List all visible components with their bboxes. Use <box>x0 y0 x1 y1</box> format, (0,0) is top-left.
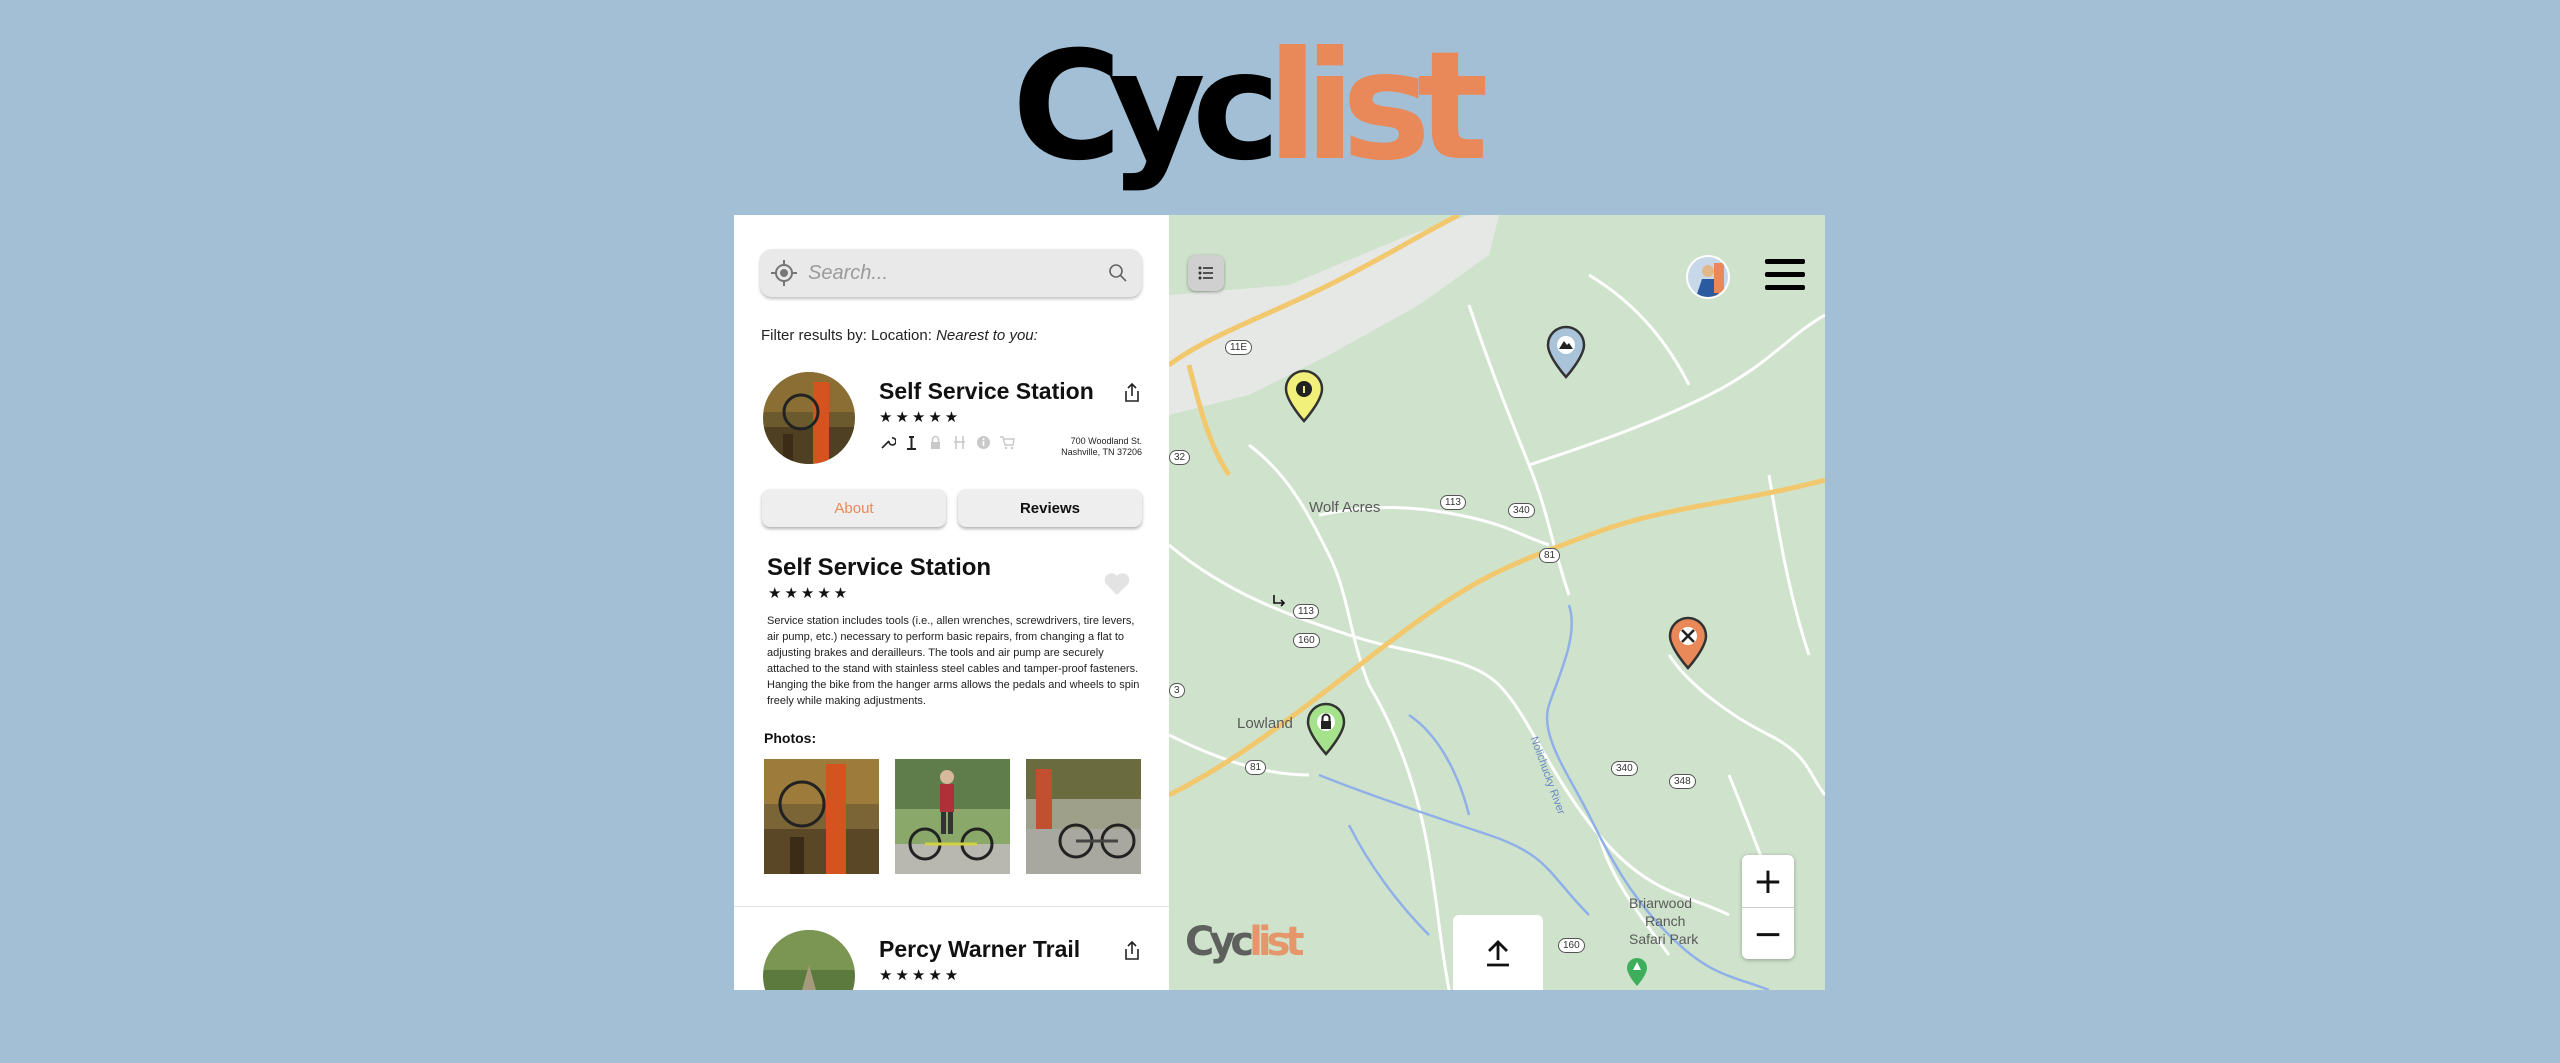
results-panel: Filter results by: Location: Nearest to … <box>734 215 1169 990</box>
profile-avatar[interactable] <box>1688 257 1728 297</box>
route-shield: 348 <box>1669 774 1696 789</box>
result-avatar <box>763 930 855 990</box>
search-input[interactable] <box>808 261 1108 285</box>
map-watermark-logo: Cyclist <box>1185 919 1305 965</box>
filter-value[interactable]: Nearest to you: <box>936 327 1038 344</box>
app-window: Filter results by: Location: Nearest to … <box>734 215 1825 990</box>
result-card[interactable]: Self Service Station ★★★★★ 700 Woodland … <box>734 372 1169 492</box>
route-shield: 160 <box>1293 633 1320 648</box>
address-line-2: Nashville, TN 37206 <box>1061 447 1142 457</box>
favorite-heart-icon[interactable] <box>1103 571 1131 597</box>
hamburger-menu-icon[interactable] <box>1763 257 1807 293</box>
stand-icon <box>954 436 965 449</box>
upload-button[interactable] <box>1453 915 1543 990</box>
result-card[interactable]: Percy Warner Trail ★★★★★ <box>734 930 1169 990</box>
cart-icon <box>1000 436 1015 450</box>
photo-gallery <box>764 759 1141 874</box>
route-shield: 113 <box>1440 495 1466 510</box>
detail-rating: ★★★★★ <box>768 585 851 602</box>
share-icon[interactable] <box>1122 940 1142 962</box>
mini-logo-part-orange: list <box>1249 919 1304 965</box>
result-name[interactable]: Percy Warner Trail <box>879 936 1080 963</box>
photo-thumbnail[interactable] <box>1026 759 1141 874</box>
route-shield: 11E <box>1225 340 1253 355</box>
map-label-safari-park: Safari Park <box>1629 931 1699 947</box>
route-shield: 3 <box>1169 683 1185 698</box>
result-divider <box>734 906 1169 907</box>
info-pin-icon[interactable] <box>1282 367 1326 423</box>
zoom-controls: + − <box>1742 855 1794 959</box>
repair-pin-icon[interactable] <box>1666 614 1710 670</box>
tab-about[interactable]: About <box>762 489 946 527</box>
route-shield: 340 <box>1508 503 1535 518</box>
map-label-ranch: Ranch <box>1645 913 1686 929</box>
detail-description: Service station includes tools (i.e., al… <box>767 615 1140 707</box>
map-view[interactable]: Wolf Acres Lowland Briarwood Ranch Safar… <box>1169 215 1825 990</box>
tab-reviews[interactable]: Reviews <box>958 489 1142 527</box>
info-icon <box>977 436 990 449</box>
result-avatar <box>763 372 855 464</box>
photo-thumbnail[interactable] <box>895 759 1010 874</box>
mini-logo-part-grey: Cyc <box>1185 919 1254 965</box>
result-address: 700 Woodland St. Nashville, TN 37206 <box>1061 436 1142 458</box>
zoom-out-button[interactable]: − <box>1742 908 1794 960</box>
lock-icon <box>931 435 940 449</box>
cyclist-logo: Cyclist <box>1012 22 1552 192</box>
result-name[interactable]: Self Service Station <box>879 378 1094 405</box>
route-shield: 340 <box>1611 761 1638 776</box>
current-location-icon[interactable] <box>770 259 798 287</box>
share-icon[interactable] <box>1122 382 1142 404</box>
pump-icon <box>907 436 916 450</box>
detail-tabs: About Reviews <box>762 489 1142 527</box>
search-bar <box>760 249 1142 297</box>
photo-thumbnail[interactable] <box>764 759 879 874</box>
list-icon <box>1198 266 1213 280</box>
list-view-button[interactable] <box>1188 255 1224 291</box>
search-icon[interactable] <box>1108 263 1128 283</box>
filter-text: Filter results by: Location: Nearest to … <box>761 327 1038 344</box>
zoom-in-button[interactable]: + <box>1742 855 1794 907</box>
map-label-wolf-acres: Wolf Acres <box>1309 499 1381 516</box>
result-rating: ★★★★★ <box>879 409 962 426</box>
amenity-icons <box>879 434 1016 451</box>
detail-title: Self Service Station <box>767 554 992 581</box>
route-shield: 81 <box>1539 548 1561 563</box>
map-base <box>1169 215 1825 990</box>
map-label-lowland: Lowland <box>1237 715 1293 732</box>
address-line-1: 700 Woodland St. <box>1070 436 1142 446</box>
mountain-pin-icon[interactable] <box>1544 323 1588 379</box>
map-label-briarwood: Briarwood <box>1629 895 1693 911</box>
filter-prefix: Filter results by: Location: <box>761 327 932 344</box>
route-shield: 113 <box>1293 604 1319 619</box>
wrench-icon <box>881 437 896 449</box>
result-rating: ★★★★★ <box>879 967 962 984</box>
route-shield: 160 <box>1558 938 1585 953</box>
logo-part-orange: list <box>1266 20 1489 194</box>
route-shield: 32 <box>1169 450 1191 465</box>
upload-arrow-icon <box>1487 939 1509 966</box>
photos-label: Photos: <box>764 730 817 746</box>
park-marker-icon <box>1627 958 1647 986</box>
route-shield: 81 <box>1245 760 1267 775</box>
cursor-icon <box>1273 595 1286 607</box>
logo-part-black: Cyc <box>1012 20 1281 194</box>
lock-pin-icon[interactable] <box>1304 700 1348 756</box>
